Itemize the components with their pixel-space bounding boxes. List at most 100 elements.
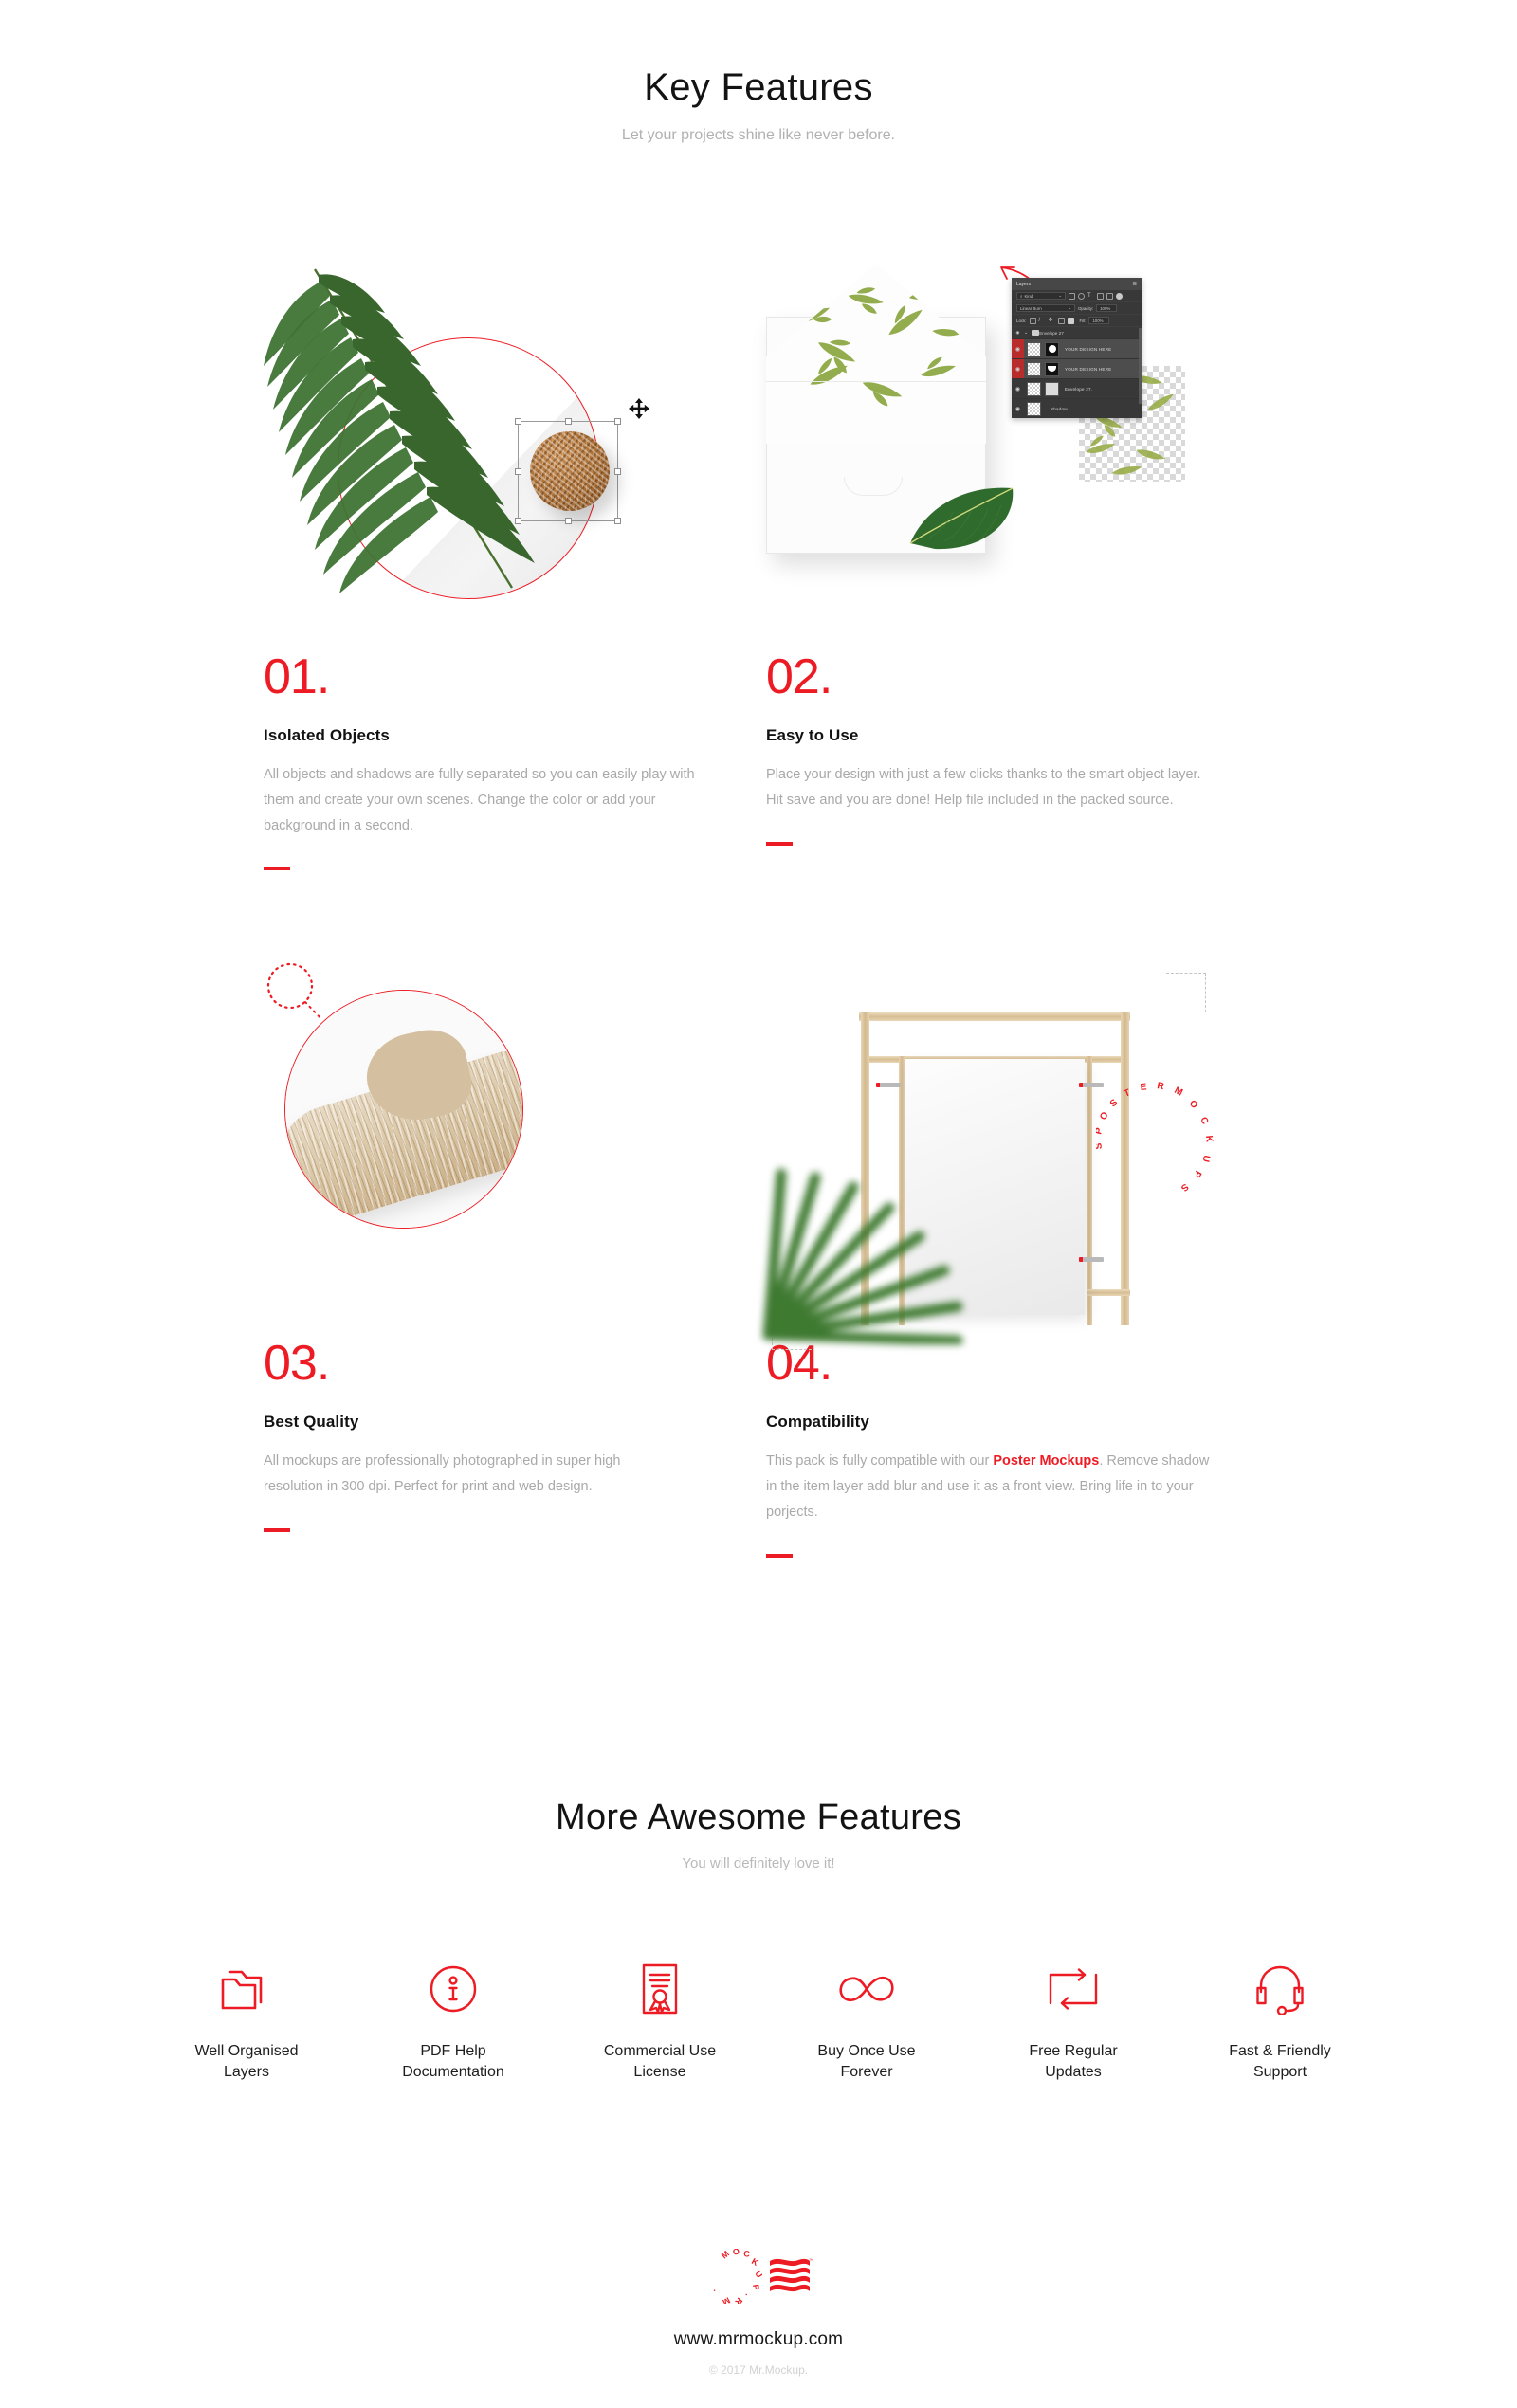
lock-position-icon[interactable]: ✥ [1049, 318, 1055, 324]
svg-text:O: O [732, 2249, 741, 2257]
eye-icon[interactable]: ◉ [1012, 379, 1024, 398]
refresh-loop-icon [978, 1958, 1168, 2020]
mrmockup-logo[interactable]: M O C K U P . R M . ™ [704, 2247, 813, 2306]
layer-name: YOUR DESIGN HERE [1065, 366, 1112, 372]
label-line-2: Documentation [402, 2064, 504, 2081]
svg-text:U: U [1200, 1155, 1212, 1163]
lock-all-icon[interactable] [1067, 317, 1074, 324]
fill-label: Fill: [1079, 318, 1087, 323]
filter-type-icons[interactable]: T [1069, 292, 1123, 300]
poster-clip [876, 1083, 901, 1088]
layer-row[interactable]: ◉ Shadow [1012, 399, 1142, 418]
feature-description: All mockups are professionally photograp… [264, 1453, 621, 1495]
fill-value: 100% [1092, 318, 1104, 323]
feature-title: Isolated Objects [264, 726, 390, 744]
layer-group-name: Envelope 27 [1039, 330, 1064, 336]
chevron-down-icon[interactable]: ⌄ [1024, 330, 1028, 336]
layer-mask-thumbnail [1045, 381, 1059, 396]
panel-scrollbar[interactable] [1139, 328, 1142, 404]
svg-text:P: P [751, 2284, 761, 2290]
feature-image-easy-to-use: Layers ☰ ⌕ Kind ⌄ T Linear Burn ⌄ Opacit… [766, 254, 1212, 652]
label-line-1: PDF Help [420, 2043, 486, 2059]
svg-text:E: E [1140, 1083, 1147, 1094]
page-title: Key Features [644, 66, 873, 108]
lock-artboard-icon[interactable] [1057, 317, 1065, 324]
svg-text:P: P [1096, 1127, 1106, 1136]
svg-text:K: K [1203, 1136, 1215, 1144]
eye-icon[interactable]: ◉ [1012, 339, 1024, 358]
blend-mode-value: Linear Burn [1020, 305, 1042, 311]
svg-text:P: P [1191, 1169, 1203, 1180]
panel-menu-icon[interactable]: ☰ [1133, 282, 1137, 287]
photoshop-layers-panel[interactable]: Layers ☰ ⌕ Kind ⌄ T Linear Burn ⌄ Opacit… [1012, 278, 1142, 418]
features-grid: 01. Isolated Objects All objects and sha… [264, 254, 1269, 1558]
label-line-1: Buy Once Use [817, 2043, 916, 2059]
svg-text:C: C [1197, 1116, 1210, 1126]
layer-thumbnail [1027, 341, 1041, 356]
feature-number: 01. [264, 649, 330, 704]
opacity-value: 100% [1100, 305, 1111, 311]
green-leaf-graphic [909, 487, 1014, 550]
trademark-symbol: ™ [809, 2258, 813, 2264]
layer-row[interactable]: ◉ YOUR DESIGN HERE [1012, 339, 1142, 359]
poster-mockups-link[interactable]: Poster Mockups [993, 1453, 1099, 1469]
dotted-magnifier-icon [266, 963, 323, 1022]
selection-bounding-box[interactable] [515, 418, 621, 524]
folders-icon [152, 1958, 341, 2020]
feature-item-free-regular-updates: Free Regular Updates [978, 1958, 1168, 2084]
layer-name: YOUR DESIGN HERE [1065, 346, 1112, 352]
opacity-value-field[interactable]: 100% [1096, 304, 1118, 312]
eye-icon[interactable]: ◉ [1012, 330, 1024, 336]
page-root: Key Features Let your projects shine lik… [0, 0, 1517, 2408]
lock-transparency-icon[interactable] [1029, 317, 1036, 324]
svg-text:C: C [743, 2249, 751, 2259]
label-line-1: Well Organised [194, 2043, 299, 2059]
feature-item-label: Commercial Use License [565, 2041, 755, 2084]
logo-flag-mark: ™ [770, 2258, 813, 2292]
lock-row: Lock: / ✥ Fill: 100% [1012, 315, 1142, 327]
more-features-icon-row: Well Organised Layers PDF Help Documenta… [152, 1958, 1375, 2084]
poster-clip [1079, 1257, 1104, 1263]
feature-title: Best Quality [264, 1413, 359, 1432]
fill-value-field[interactable]: 100% [1088, 317, 1110, 324]
kind-filter-select[interactable]: ⌕ Kind ⌄ [1016, 292, 1066, 300]
eye-icon[interactable]: ◉ [1012, 399, 1024, 418]
feature-number: 02. [766, 649, 832, 704]
filter-toggle-icon[interactable] [1116, 292, 1123, 300]
website-url[interactable]: www.mrmockup.com [0, 2329, 1517, 2350]
move-cursor-icon [629, 398, 649, 419]
layers-tab-label[interactable]: Layers [1016, 282, 1031, 287]
feature-divider-bar [264, 1528, 290, 1533]
certificate-icon [565, 1958, 755, 2020]
eye-icon[interactable]: ◉ [1012, 359, 1024, 378]
blurred-palm-fan [762, 1168, 963, 1345]
feature-divider-bar [766, 1553, 793, 1558]
type-filter-icon[interactable]: T [1087, 293, 1094, 300]
svg-text:M: M [721, 2295, 731, 2304]
svg-text:S: S [1179, 1181, 1191, 1194]
blend-mode-select[interactable]: Linear Burn ⌄ [1016, 304, 1075, 312]
feature-image-best-quality [264, 959, 709, 1339]
feature-card-02: Layers ☰ ⌕ Kind ⌄ T Linear Burn ⌄ Opacit… [766, 254, 1269, 870]
panel-tab-bar: Layers ☰ [1012, 278, 1142, 290]
svg-text:O: O [1098, 1110, 1111, 1122]
info-circle-icon [358, 1958, 548, 2020]
layer-row[interactable]: ◉ Envelope 27. [1012, 379, 1142, 399]
feature-item-commercial-use-license: Commercial Use License [565, 1958, 755, 2084]
svg-text:.: . [743, 2292, 753, 2297]
layer-mask-thumbnail [1045, 341, 1059, 356]
svg-text:O: O [1187, 1099, 1200, 1111]
layer-group-row[interactable]: ◉ ⌄ Envelope 27 [1012, 327, 1142, 339]
layer-thumbnail [1027, 381, 1041, 396]
shape-filter-icon[interactable] [1097, 292, 1104, 300]
more-features-subtitle: You will definitely love it! [682, 1854, 835, 1871]
rattan-ball-object [530, 431, 610, 511]
smartobject-filter-icon[interactable] [1106, 292, 1113, 300]
feature-description-pre: This pack is fully compatible with our [766, 1453, 994, 1469]
adjustment-filter-icon[interactable] [1078, 292, 1085, 300]
lock-brush-icon[interactable]: / [1039, 318, 1046, 324]
label-line-2: Forever [840, 2064, 893, 2081]
pixel-filter-icon[interactable] [1069, 292, 1075, 300]
layer-row[interactable]: ◉ YOUR DESIGN HERE [1012, 359, 1142, 379]
feature-row-1: 01. Isolated Objects All objects and sha… [264, 254, 1269, 871]
